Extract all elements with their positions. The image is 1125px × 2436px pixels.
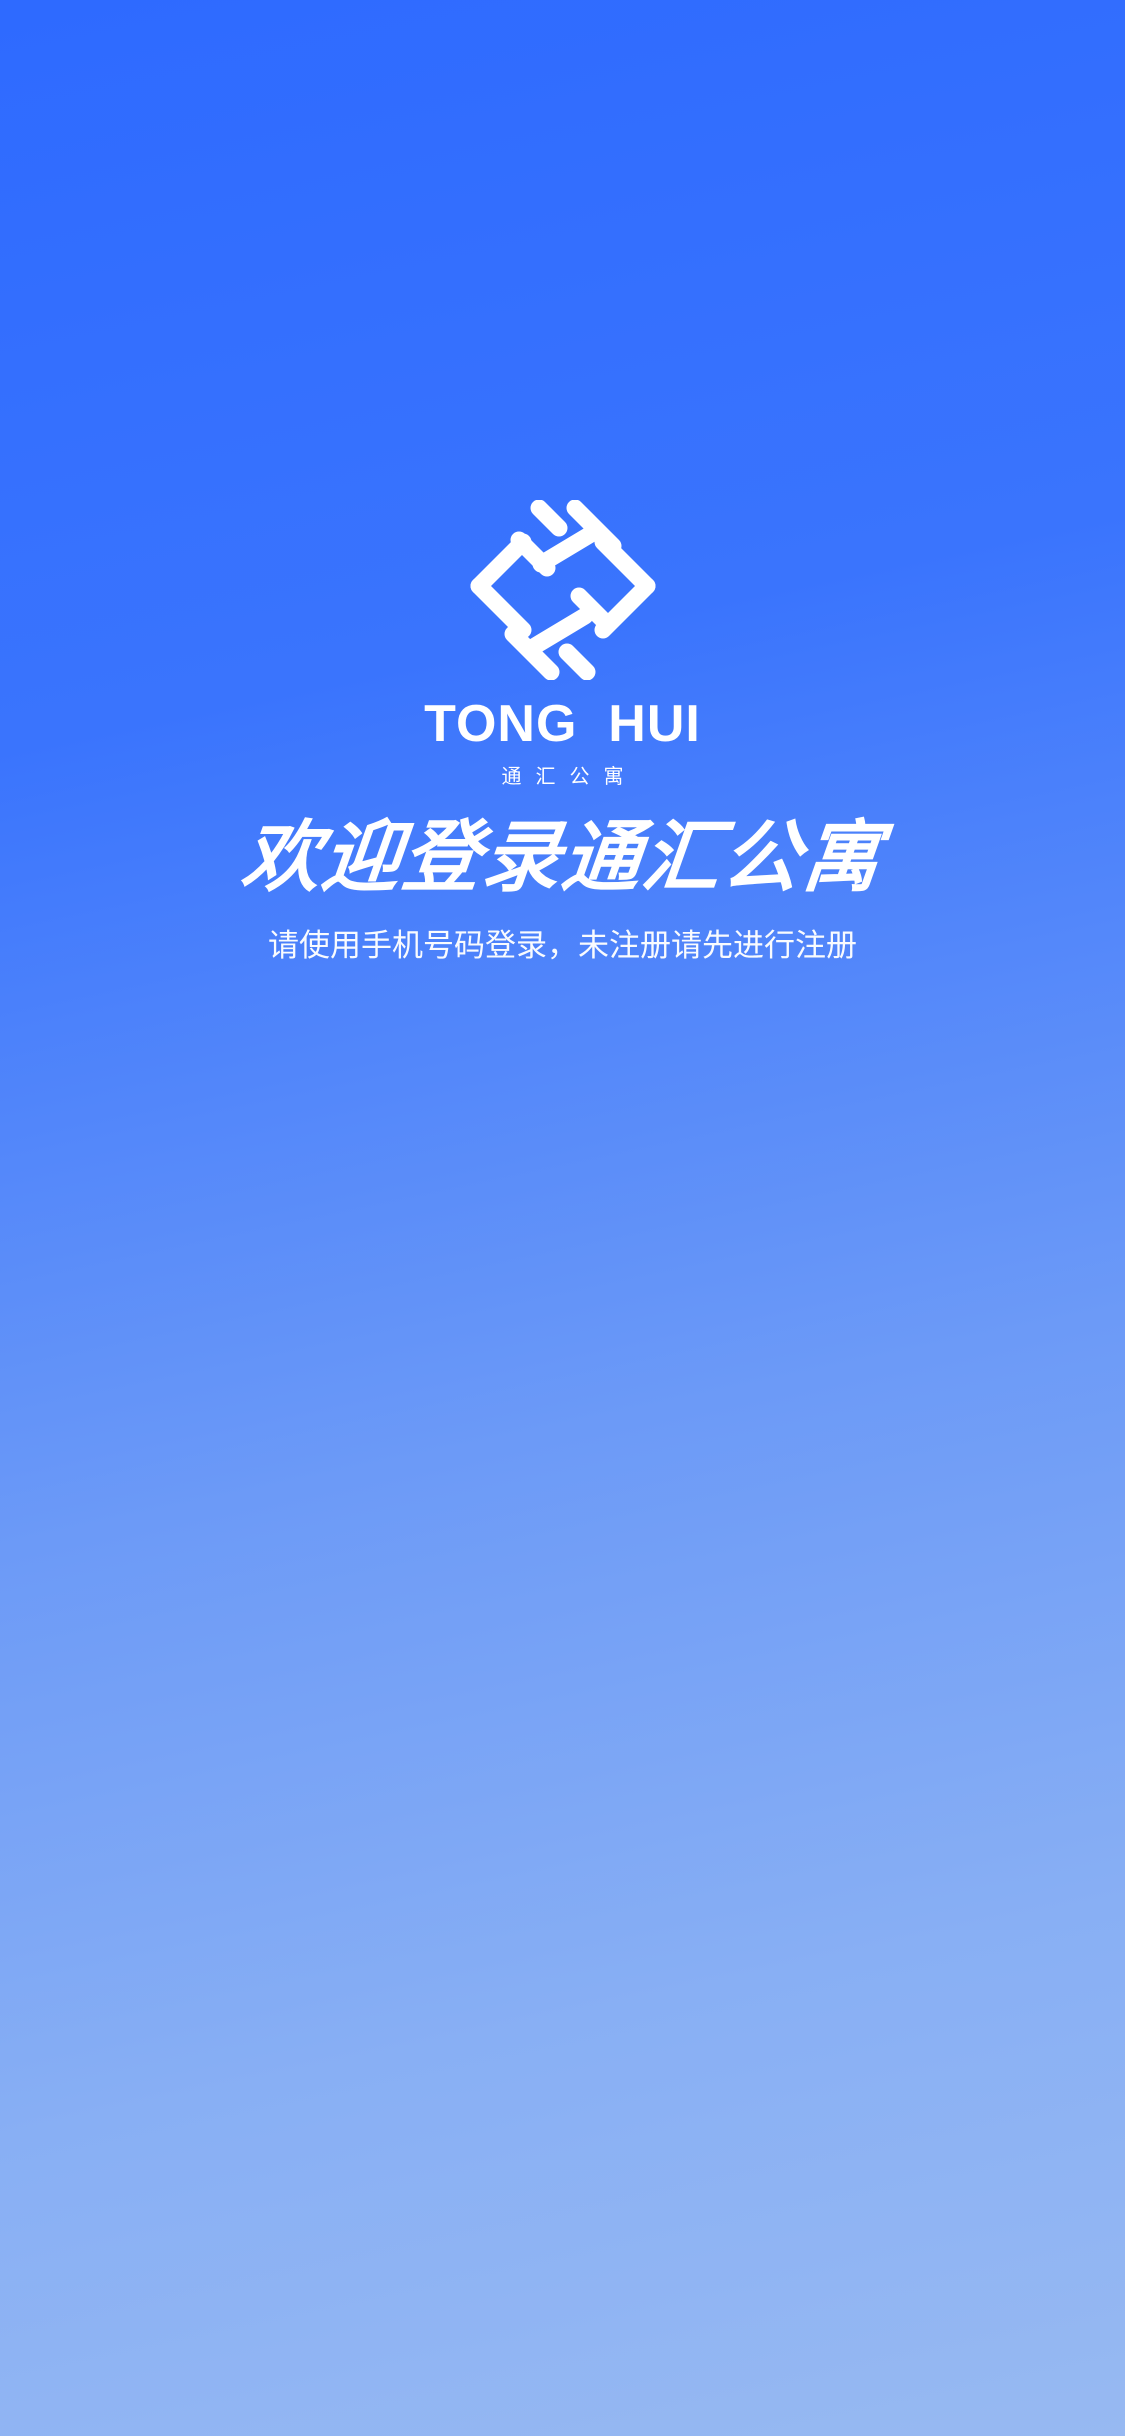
brand-name-chinese: 通汇公寓 xyxy=(501,764,638,788)
welcome-title: 欢迎登录通汇公寓 xyxy=(237,813,888,903)
brand-name-english: TONG HUI xyxy=(424,695,701,753)
brand-logo: TONG HUI 通汇公寓 xyxy=(0,500,1125,790)
tong-hui-lattice-logo-icon xyxy=(470,500,655,680)
login-splash-screen: TONG HUI 通汇公寓 欢迎登录通汇公寓 请使用手机号码登录，未注册请先进行… xyxy=(0,0,1125,2436)
welcome-subtitle: 请使用手机号码登录，未注册请先进行注册 xyxy=(268,928,857,964)
